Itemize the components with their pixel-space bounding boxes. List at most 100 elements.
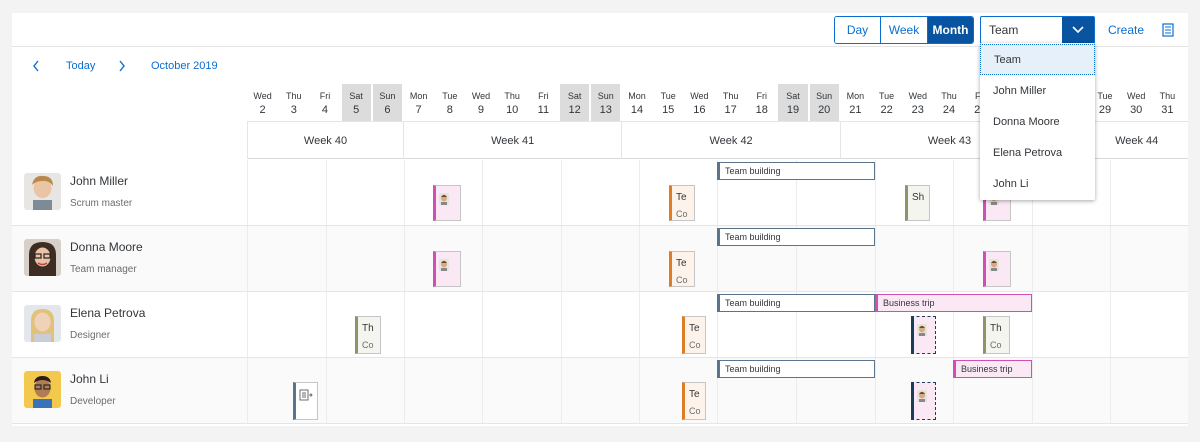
appointment[interactable]: Te Co [682, 382, 706, 420]
day-number-label: 22 [880, 104, 893, 116]
day-number-label: 12 [568, 104, 581, 116]
period-picker-button[interactable]: October 2019 [151, 53, 218, 79]
day-number-label: 16 [693, 104, 706, 116]
grid-line [326, 226, 327, 291]
dropdown-item-elena-petrova[interactable]: Elena Petrova [980, 137, 1095, 168]
appointment[interactable] [911, 382, 936, 420]
day-weekday-label: Sat [567, 91, 582, 101]
day-number-label: 5 [353, 104, 360, 116]
person-row[interactable]: Donna Moore Team manager Team building Te Co [12, 226, 1188, 292]
appointment[interactable]: Te Co [682, 316, 706, 354]
day-header: Sun 20 [809, 84, 839, 121]
day-weekday-label: Mon [628, 91, 646, 101]
grid-line [404, 358, 405, 423]
dropdown-item-team[interactable]: Team [980, 44, 1095, 75]
appointment[interactable] [983, 251, 1011, 287]
avatar [439, 193, 449, 205]
appointment[interactable]: Team building [717, 294, 875, 312]
appointment[interactable] [433, 251, 461, 287]
appointment-title: Te [689, 389, 700, 400]
day-number-label: 23 [911, 104, 924, 116]
today-button[interactable]: Today [66, 53, 95, 79]
person-name: Elena Petrova [70, 306, 146, 320]
day-weekday-label: Mon [409, 91, 428, 101]
appointment-subtitle: Co [676, 275, 688, 285]
day-number-label: 18 [755, 104, 768, 116]
grid-line [404, 226, 405, 291]
grid-line [326, 358, 327, 423]
grid-line [639, 226, 640, 291]
person-row[interactable]: John Li Developer Team building Business tr… [12, 358, 1188, 424]
appointment-title: Team building [725, 364, 781, 374]
create-button[interactable]: Create [1108, 16, 1144, 44]
chevron-down-icon[interactable] [1062, 17, 1094, 43]
appointment[interactable] [911, 316, 936, 354]
appointment[interactable]: Business trip [875, 294, 1032, 312]
day-weekday-label: Sun [597, 91, 614, 101]
week-header-cell: Week 40 [247, 122, 403, 159]
view-day-button[interactable]: Day [835, 17, 881, 43]
day-header: Wed 9 [465, 84, 496, 121]
person-row[interactable]: Elena Petrova Designer Team building Busine… [12, 292, 1188, 358]
appointment[interactable]: Business trip [953, 360, 1032, 378]
day-number-label: 6 [384, 104, 391, 116]
team-filter-combobox[interactable] [980, 16, 1095, 44]
appointment-title: Th [990, 323, 1002, 334]
day-number-label: 17 [724, 104, 737, 116]
appointment[interactable]: Team building [717, 360, 875, 378]
person-name: John Li [70, 372, 109, 386]
day-weekday-label: Wed [690, 91, 709, 101]
grid-line [953, 226, 954, 291]
avatar [917, 324, 927, 336]
view-week-button[interactable]: Week [881, 17, 928, 43]
dropdown-item-john-miller[interactable]: John Miller [980, 75, 1095, 106]
appointment-title: Team building [725, 298, 781, 308]
day-header: Tue 22 [871, 84, 902, 121]
appointment[interactable]: Team building [717, 228, 875, 246]
grid-line [639, 292, 640, 357]
day-weekday-label: Sat [786, 91, 800, 101]
dropdown-item-john-li[interactable]: John Li [980, 168, 1095, 199]
appointment[interactable]: Th Co [983, 316, 1010, 354]
day-header: Sat 19 [778, 84, 808, 121]
appointment[interactable] [293, 382, 318, 420]
day-header: Fri 11 [528, 84, 559, 121]
person-role: Designer [70, 330, 111, 341]
day-weekday-label: Tue [879, 91, 895, 101]
team-filter-input[interactable] [981, 17, 1061, 43]
day-weekday-label: Thu [1159, 91, 1176, 101]
toolbar: Day Week Month Create [12, 13, 1188, 47]
day-number-label: 4 [321, 104, 329, 116]
appointment-title: Business trip [883, 298, 935, 308]
grid-line [1032, 226, 1033, 291]
grid-line [482, 358, 483, 423]
day-header: Sat 12 [560, 84, 590, 121]
day-header: Wed 23 [902, 84, 933, 121]
appointment[interactable]: Te Co [669, 251, 695, 287]
team-filter-dropdown: Team John Miller Donna Moore Elena Petro… [980, 43, 1095, 200]
grid-line [247, 358, 248, 423]
day-header: Fri 1 [1183, 84, 1188, 121]
dropdown-item-donna-moore[interactable]: Donna Moore [980, 106, 1095, 137]
week-header-cell: Week 41 [403, 122, 621, 159]
appointment[interactable] [433, 185, 461, 221]
appointment[interactable]: Team building [717, 162, 875, 180]
appointment[interactable]: Te Co [669, 185, 695, 221]
day-header: Wed 30 [1121, 84, 1152, 121]
day-number-label: 30 [1130, 104, 1143, 116]
day-weekday-label: Fri [319, 91, 331, 101]
day-weekday-label: Fri [538, 91, 549, 101]
chevron-left-icon[interactable] [32, 53, 44, 79]
view-month-button[interactable]: Month [928, 17, 973, 43]
appointment[interactable]: Sh [905, 185, 930, 221]
appointment[interactable]: Th Co [355, 316, 381, 354]
day-header: Thu 10 [497, 84, 528, 121]
day-weekday-label: Thu [286, 91, 302, 101]
day-header: Thu 24 [933, 84, 964, 121]
chevron-right-icon[interactable] [118, 53, 130, 79]
table-settings-icon[interactable] [1158, 20, 1178, 40]
grid-line [404, 160, 405, 225]
day-weekday-label: Fri [1183, 91, 1188, 101]
day-weekday-label: Wed [1127, 91, 1146, 101]
grid-line [561, 226, 562, 291]
